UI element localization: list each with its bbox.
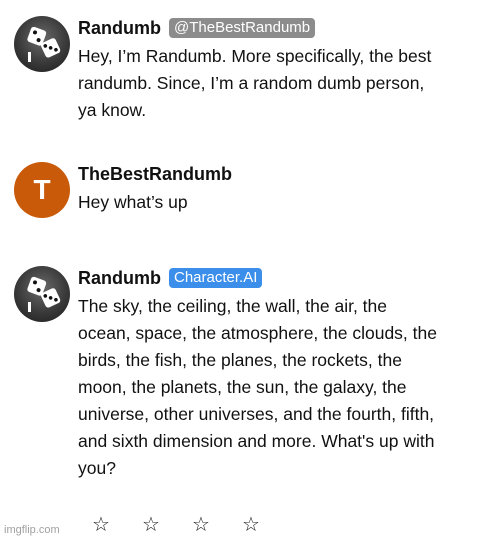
character-ai-badge: Character.AI xyxy=(169,268,263,288)
watermark: imgflip.com xyxy=(4,524,60,536)
sender-name[interactable]: TheBestRandumb xyxy=(78,164,232,185)
star-4-icon[interactable]: ☆ xyxy=(242,512,292,537)
message-body: Randumb Character.AI The sky, the ceilin… xyxy=(78,266,484,482)
message-body: TheBestRandumb Hey what’s up xyxy=(78,162,484,216)
dice-avatar-icon xyxy=(27,26,61,62)
star-rating: ☆ ☆ ☆ ☆ xyxy=(92,512,292,537)
sender-name[interactable]: Randumb xyxy=(78,18,161,39)
message-text: Hey, I’m Randumb. More specifically, the… xyxy=(78,46,432,120)
message-header: TheBestRandumb xyxy=(78,162,484,186)
message-text: The sky, the ceiling, the wall, the air,… xyxy=(78,296,437,478)
bot-avatar[interactable] xyxy=(14,266,70,322)
chat-message-bot-2: Randumb Character.AI The sky, the ceilin… xyxy=(14,266,484,486)
message-header: Randumb @TheBestRandumb xyxy=(78,16,484,40)
message-header: Randumb Character.AI xyxy=(78,266,484,290)
message-body: Randumb @TheBestRandumb Hey, I’m Randumb… xyxy=(78,16,484,124)
chat-message-user: T TheBestRandumb Hey what’s up xyxy=(14,162,484,222)
creator-handle-badge[interactable]: @TheBestRandumb xyxy=(169,18,316,38)
star-1-icon[interactable]: ☆ xyxy=(92,512,142,537)
chat-message-bot-1: Randumb @TheBestRandumb Hey, I’m Randumb… xyxy=(14,16,484,126)
star-3-icon[interactable]: ☆ xyxy=(192,512,242,537)
user-avatar[interactable]: T xyxy=(14,162,70,218)
star-2-icon[interactable]: ☆ xyxy=(142,512,192,537)
dice-avatar-icon xyxy=(27,276,61,312)
sender-name[interactable]: Randumb xyxy=(78,268,161,289)
message-text: Hey what’s up xyxy=(78,192,188,212)
bot-avatar[interactable] xyxy=(14,16,70,72)
